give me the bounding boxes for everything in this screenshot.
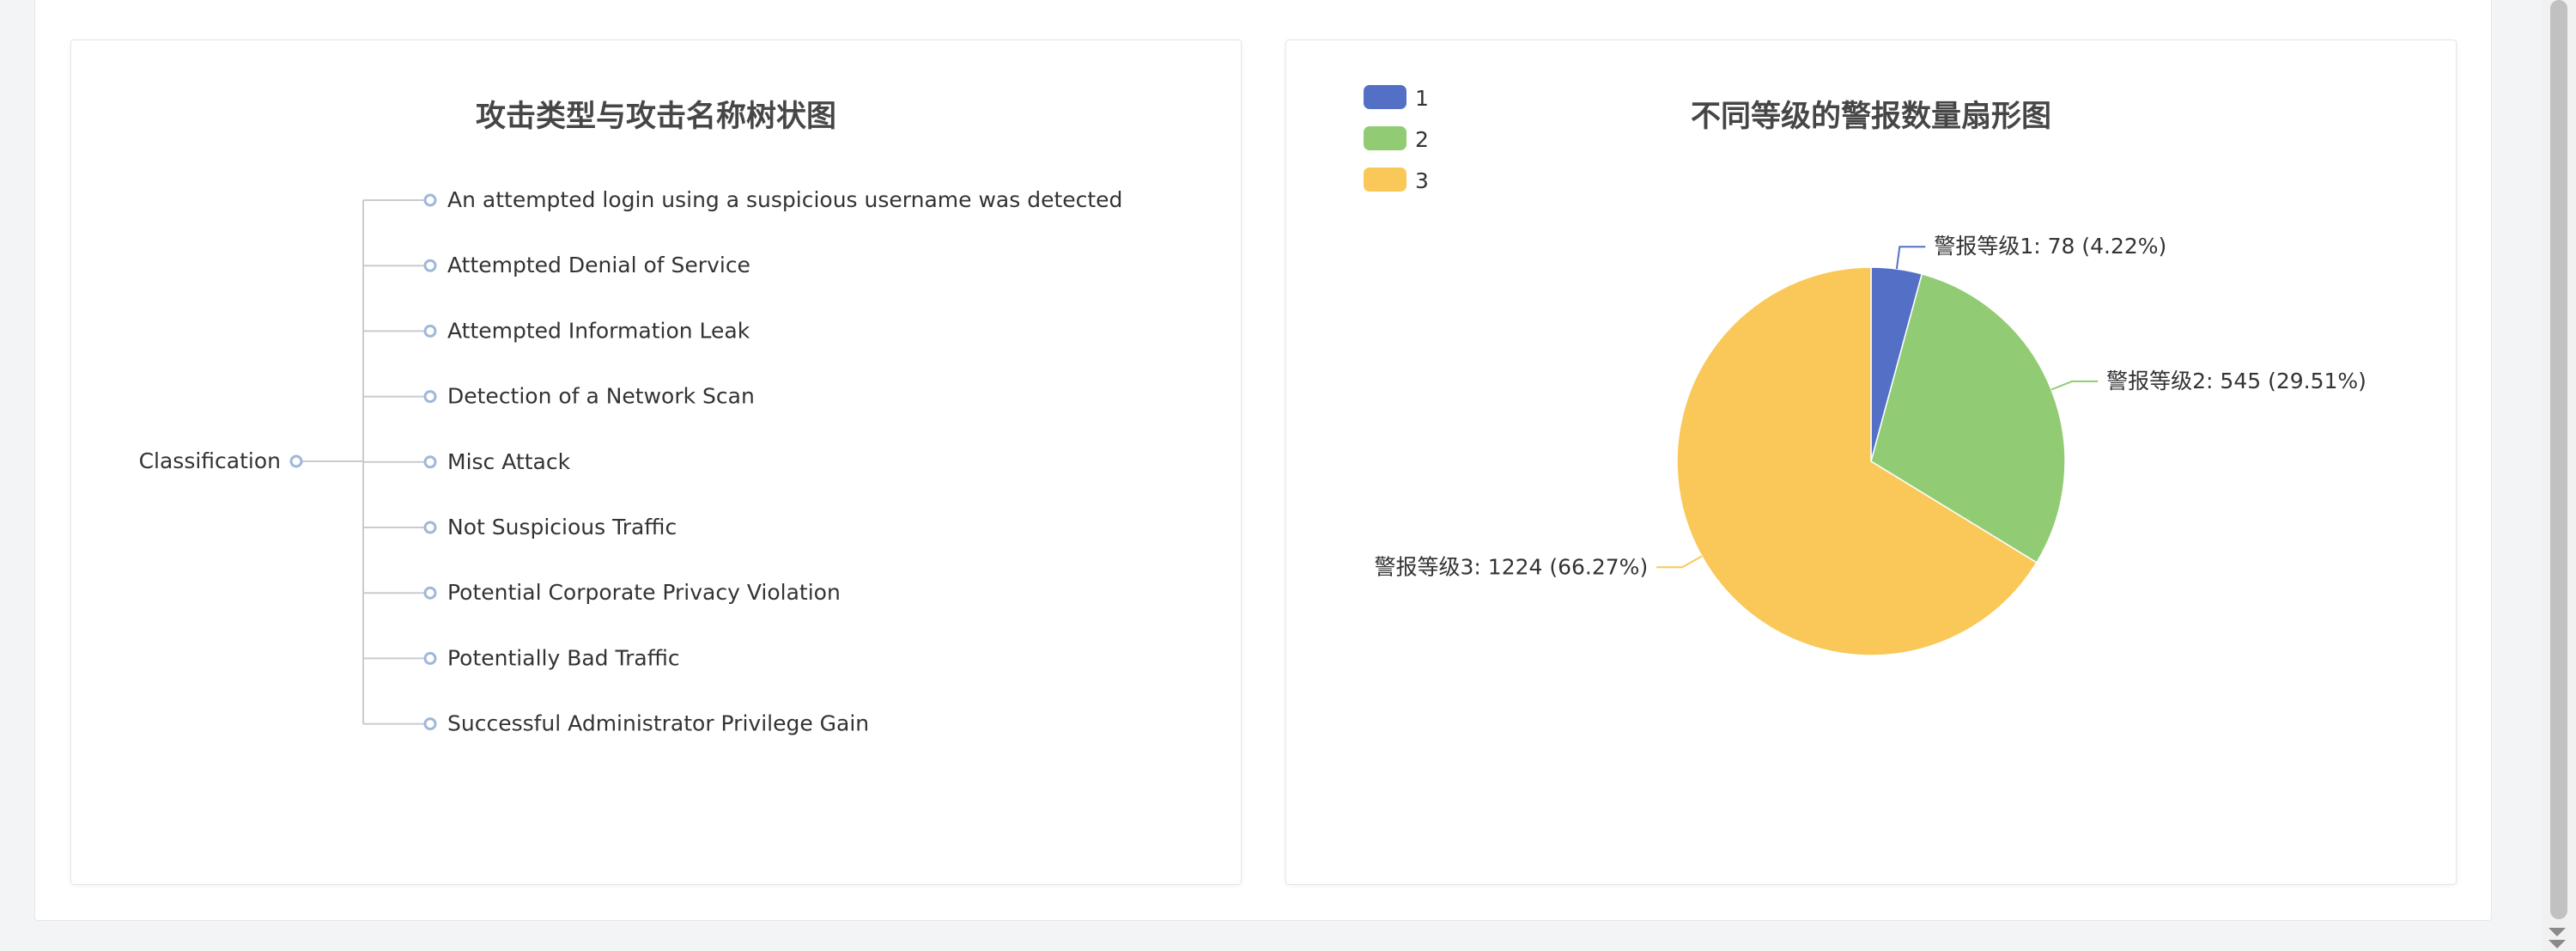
- pie-chart-card: 不同等级的警报数量扇形图 123 警报等级1: 78 (4.22%) 警报等级2:…: [1285, 40, 2457, 885]
- scrollbar-thumb[interactable]: [2550, 0, 2567, 919]
- tree-leaf-label: Not Suspicious Traffic: [447, 515, 677, 540]
- scroll-down-arrow-icon[interactable]: [2549, 928, 2566, 936]
- tree-root-node[interactable]: [289, 454, 303, 468]
- pie-slice-label: 警报等级1: 78 (4.22%): [1934, 234, 2166, 259]
- tree-leaf-label: Potential Corporate Privacy Violation: [447, 580, 841, 605]
- tree-leaf-node[interactable]: [423, 259, 437, 272]
- tree-leaf-label: Successful Administrator Privilege Gain: [447, 711, 869, 736]
- tree-leaf-label: An attempted login using a suspicious us…: [447, 187, 1122, 212]
- legend-swatch[interactable]: [1364, 168, 1406, 192]
- legend-swatch[interactable]: [1364, 126, 1406, 150]
- tree-leaf-node[interactable]: [423, 521, 437, 534]
- tree-leaf-label: Attempted Denial of Service: [447, 253, 750, 277]
- tree-leaf-node[interactable]: [423, 651, 437, 665]
- tree-leaf-node[interactable]: [423, 324, 437, 338]
- tree-leaf-label: Misc Attack: [447, 449, 571, 474]
- page-scrollbar[interactable]: [2542, 0, 2576, 951]
- tree-leaf-label: Attempted Information Leak: [447, 318, 750, 343]
- tree-leaf-node[interactable]: [423, 193, 437, 207]
- legend-label: 1: [1415, 86, 1429, 111]
- tree-leaf-node[interactable]: [423, 717, 437, 731]
- tree-leaf-node[interactable]: [423, 455, 437, 469]
- legend-label: 2: [1415, 127, 1429, 152]
- pie-slice-label: 警报等级2: 545 (29.51%): [2106, 369, 2366, 393]
- pie-label-leader: [1656, 555, 1703, 569]
- tree-chart-card: 攻击类型与攻击名称树状图 Classification An attempted …: [70, 40, 1242, 885]
- tree-leaf-label: Potentially Bad Traffic: [447, 645, 680, 670]
- pie-label-leader: [2050, 380, 2099, 391]
- tree-leaf-label: Detection of a Network Scan: [447, 384, 755, 409]
- legend-label: 3: [1415, 168, 1429, 193]
- pie-chart-svg: 1 2 3 警报等级1: 78 (4.22%) 警报等级2: 545 (29.51%)…: [1364, 85, 2366, 656]
- pie-slice-label: 警报等级3: 1224 (66.27%): [1375, 554, 1649, 579]
- tree-root-label: Classification: [139, 448, 281, 473]
- tree-leaf-node[interactable]: [423, 586, 437, 600]
- legend-swatch[interactable]: [1364, 85, 1406, 109]
- dashboard-page: 攻击类型与攻击名称树状图 Classification An attempted …: [0, 0, 2576, 951]
- tree-chart-svg: Classification An attempted login using a…: [139, 187, 1123, 736]
- scroll-end-arrow-icon[interactable]: [2549, 940, 2566, 948]
- pie-label-leader: [1895, 246, 1926, 270]
- tree-leaf-node[interactable]: [423, 390, 437, 404]
